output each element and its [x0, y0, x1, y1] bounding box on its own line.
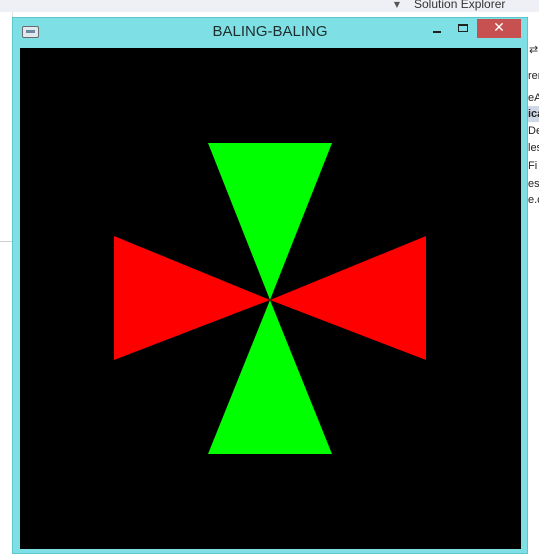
screen: ▼ Solution Explorer ⇄ ren eA ica Dep les… [0, 0, 539, 554]
close-button[interactable]: ✕ [477, 19, 521, 38]
maximize-icon [458, 24, 468, 32]
title-bar[interactable]: BALING-BALING ✕ [13, 18, 527, 47]
solution-explorer-item[interactable]: eA [528, 90, 539, 106]
solution-explorer-item[interactable]: Dep [528, 123, 539, 139]
sync-arrows-icon[interactable]: ⇄ [529, 44, 539, 56]
window-title: BALING-BALING [212, 23, 328, 40]
app-window[interactable]: BALING-BALING ✕ [12, 17, 528, 554]
drawing-canvas[interactable] [20, 48, 521, 549]
solution-explorer-item-selected[interactable]: ica [528, 106, 539, 122]
solution-explorer-tab[interactable]: Solution Explorer [414, 0, 505, 11]
solution-explorer-item[interactable]: Fi [528, 158, 539, 174]
solution-explorer-item[interactable]: ren [528, 68, 539, 84]
close-icon: ✕ [493, 20, 505, 36]
dropdown-arrow-icon[interactable]: ▼ [391, 0, 403, 10]
right-blade [270, 236, 426, 360]
solution-explorer-item[interactable]: les [528, 140, 539, 156]
minimize-icon [433, 31, 441, 33]
divider [0, 241, 12, 242]
left-blade [114, 236, 270, 360]
windmill-graphic [114, 143, 426, 454]
solution-explorer-item[interactable]: es [528, 176, 539, 192]
minimize-button[interactable] [425, 19, 449, 39]
maximize-button[interactable] [451, 19, 475, 39]
top-blade [208, 143, 332, 300]
bottom-blade [208, 300, 332, 454]
solution-explorer-item[interactable]: e.c [528, 192, 539, 208]
